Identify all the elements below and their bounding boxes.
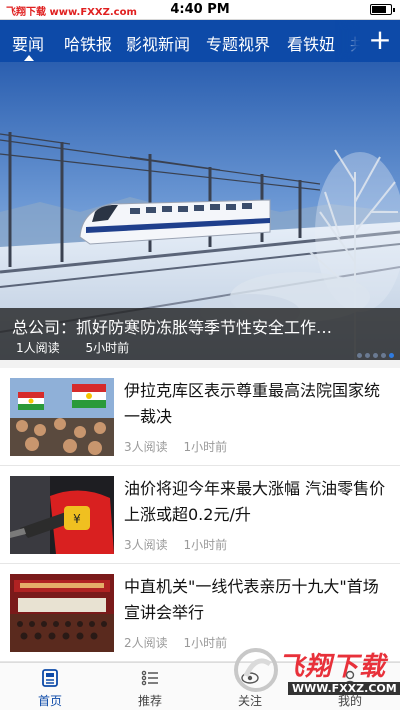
bottom-tab-label: 推荐 — [137, 694, 162, 708]
news-meta: 3人阅读 1小时前 — [124, 438, 239, 455]
news-item[interactable]: 伊拉克库区表示尊重最高法院国家统一裁决 3人阅读 1小时前 — [0, 368, 400, 466]
carousel-dot[interactable] — [373, 353, 378, 358]
tab-important-news[interactable]: 要闻 — [12, 31, 44, 55]
watermark-circle-icon — [234, 648, 278, 692]
carousel-dot[interactable] — [357, 353, 362, 358]
carousel-dots — [354, 343, 394, 360]
fuel-nozzle-photo: ¥ — [10, 476, 114, 554]
news-title: 中直机关"一线代表亲历十九大"首场宣讲会举行 — [124, 577, 379, 622]
hero-caption: 总公司：抓好防寒防冻胀等季节性安全工作… 1人阅读 5小时前 — [0, 308, 400, 360]
bottom-tab-recommend[interactable]: 推荐 — [100, 663, 200, 710]
watermark-url: WWW.FXXZ.COM — [288, 682, 400, 695]
news-timestamp: 1小时前 — [183, 538, 228, 552]
news-title: 伊拉克库区表示尊重最高法院国家统一裁决 — [124, 381, 381, 426]
news-item[interactable]: ¥ 油价将迎今年来最大涨幅 汽油零售价上涨或超0.2元/升 3人阅读 1小时前 — [0, 466, 400, 564]
crowd-flags-photo — [10, 378, 114, 456]
watermark-logo: 飞翔下载 WWW.FXXZ.COM — [232, 640, 400, 706]
battery-icon — [370, 4, 395, 15]
news-read-count: 3人阅读 — [124, 538, 168, 552]
conference-hall-photo — [10, 574, 114, 652]
tab-harbin-railway-paper[interactable]: 哈铁报 — [64, 31, 112, 55]
tab-special-topics[interactable]: 专题视界 — [206, 31, 270, 55]
news-meta: 2人阅读 1小时前 — [124, 634, 239, 651]
home-icon — [42, 669, 58, 687]
news-meta: 3人阅读 1小时前 — [124, 536, 239, 553]
news-timestamp: 1小时前 — [183, 440, 228, 454]
carousel-dot[interactable] — [381, 353, 386, 358]
status-bar: 飞翔下载 www.FXXZ.com 4:40 PM — [0, 0, 400, 20]
svg-text:¥: ¥ — [73, 512, 81, 526]
bottom-tab-label: 首页 — [37, 694, 62, 708]
list-icon — [141, 670, 158, 686]
hero-meta: 1人阅读 5小时前 — [16, 339, 151, 356]
news-title: 油价将迎今年来最大涨幅 汽油零售价上涨或超0.2元/升 — [124, 479, 386, 524]
news-timestamp: 1小时前 — [183, 636, 228, 650]
category-tabs: 要闻 哈铁报 影视新闻 专题视界 看铁妞 共 + — [0, 20, 400, 62]
add-channel-button[interactable]: + — [360, 20, 400, 62]
carousel-dot-active[interactable] — [389, 353, 394, 358]
tab-railway-girl[interactable]: 看铁妞 — [287, 31, 335, 55]
active-tab-indicator — [24, 55, 34, 61]
status-time: 4:40 PM — [170, 2, 230, 17]
carousel-dot[interactable] — [365, 353, 370, 358]
news-read-count: 2人阅读 — [124, 636, 168, 650]
watermark-text: 飞翔下载 — [278, 652, 387, 682]
hero-banner[interactable]: 总公司：抓好防寒防冻胀等季节性安全工作… 1人阅读 5小时前 — [0, 62, 400, 360]
tab-film-news[interactable]: 影视新闻 — [126, 31, 190, 55]
bottom-tab-home[interactable]: 首页 — [0, 663, 100, 710]
hero-timestamp: 5小时前 — [85, 341, 130, 355]
hero-title: 总公司：抓好防寒防冻胀等季节性安全工作… — [12, 318, 333, 337]
hero-read-count: 1人阅读 — [16, 341, 60, 355]
news-read-count: 3人阅读 — [124, 440, 168, 454]
